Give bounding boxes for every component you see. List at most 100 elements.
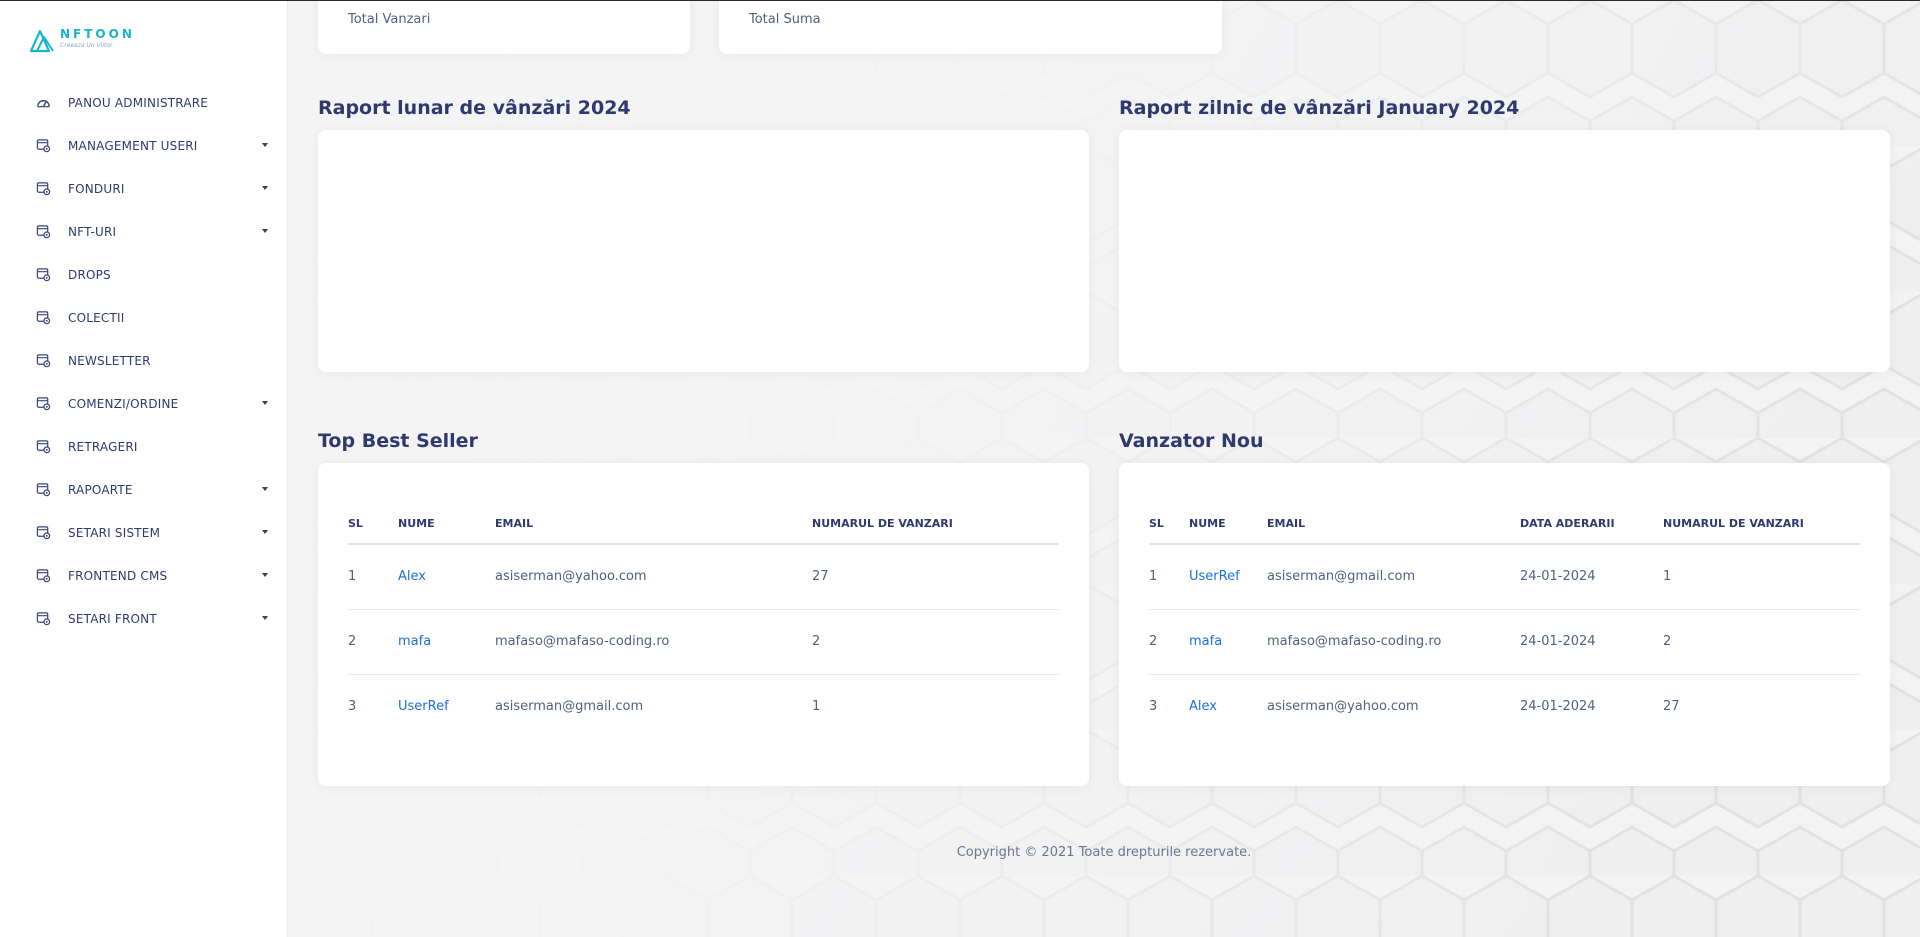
cell-email: mafaso@mafaso-coding.ro xyxy=(1267,609,1520,675)
new-seller-table: SL NUME EMAIL DATA ADERARII NUMARUL DE V… xyxy=(1149,504,1860,739)
module-icon xyxy=(36,440,51,454)
brand-tagline: Creeaza Un Viitor xyxy=(60,42,113,49)
column-header-nume: NUME xyxy=(1189,504,1267,545)
column-header-sl: SL xyxy=(1149,504,1189,545)
main-content: Total Vanzari Total Suma Raport lunar de… xyxy=(288,0,1920,937)
table-row: 3 Alex asiserman@yahoo.com 24-01-2024 27 xyxy=(1149,674,1860,739)
cell-sl: 3 xyxy=(348,699,357,715)
sidebar-menu: PANOU ADMINISTRARE MANAGEMENT USERI FOND… xyxy=(0,81,288,640)
new-seller-card: SL NUME EMAIL DATA ADERARII NUMARUL DE V… xyxy=(1119,463,1890,786)
module-icon xyxy=(36,311,51,325)
sidebar-item-newsletter[interactable]: NEWSLETTER xyxy=(0,339,288,382)
seller-name-link[interactable]: mafa xyxy=(1189,609,1267,675)
table-header-row: SL NUME EMAIL NUMARUL DE VANZARI xyxy=(348,504,1059,545)
module-icon xyxy=(36,268,51,282)
sidebar-item-frontend-cms[interactable]: FRONTEND CMS xyxy=(0,554,288,597)
table-row: 2 mafa mafaso@mafaso-coding.ro 2 xyxy=(348,609,1059,675)
sidebar-item-fonduri[interactable]: FONDURI xyxy=(0,167,288,210)
sidebar-item-setari-sistem[interactable]: SETARI SISTEM xyxy=(0,511,288,554)
table-row: 2 mafa mafaso@mafaso-coding.ro 24-01-202… xyxy=(1149,609,1860,675)
chevron-down-icon xyxy=(262,229,268,233)
column-header-sl: SL xyxy=(348,504,398,545)
module-icon xyxy=(36,397,51,411)
cell-email: asiserman@gmail.com xyxy=(495,699,644,715)
top-seller-table: SL NUME EMAIL NUMARUL DE VANZARI 1 Alex … xyxy=(348,504,1059,739)
module-icon xyxy=(36,483,51,497)
sidebar-item-label: FONDURI xyxy=(68,181,125,196)
sidebar-item-colectii[interactable]: COLECTII xyxy=(0,296,288,339)
sidebar-item-comenzi-ordine[interactable]: COMENZI/ORDINE xyxy=(0,382,288,425)
seller-name-link[interactable]: Alex xyxy=(1189,674,1267,739)
cell-email: asiserman@yahoo.com xyxy=(495,544,812,610)
sidebar-item-label: RETRAGERI xyxy=(68,439,138,454)
sidebar-item-management-useri[interactable]: MANAGEMENT USERI xyxy=(0,124,288,167)
cell-date: 24-01-2024 xyxy=(1520,699,1596,715)
stat-label: Total Vanzari xyxy=(348,12,431,27)
seller-name-link[interactable]: UserRef xyxy=(398,674,495,739)
cell-sales: 1 xyxy=(812,699,821,715)
top-seller-card: SL NUME EMAIL NUMARUL DE VANZARI 1 Alex … xyxy=(318,463,1089,786)
module-icon xyxy=(36,612,51,626)
chevron-down-icon xyxy=(262,143,268,147)
daily-sales-chart xyxy=(1119,130,1890,372)
cell-sales: 27 xyxy=(812,544,1059,610)
cell-sl: 1 xyxy=(348,544,398,610)
top-border xyxy=(0,0,1920,1)
sidebar-item-label: MANAGEMENT USERI xyxy=(68,138,198,153)
table-header-row: SL NUME EMAIL DATA ADERARII NUMARUL DE V… xyxy=(1149,504,1860,545)
cell-sl: 3 xyxy=(1149,699,1158,715)
sidebar-item-setari-front[interactable]: SETARI FRONT xyxy=(0,597,288,640)
sidebar-item-label: COMENZI/ORDINE xyxy=(68,396,179,411)
brand-name: NFTOON xyxy=(60,27,135,41)
sidebar-item-drops[interactable]: DROPS xyxy=(0,253,288,296)
cell-sales: 2 xyxy=(812,609,1059,675)
cell-date: 24-01-2024 xyxy=(1520,609,1663,675)
table-row: 3 UserRef asiserman@gmail.com 1 xyxy=(348,674,1059,739)
monthly-sales-chart xyxy=(318,130,1089,372)
sidebar-item-label: SETARI SISTEM xyxy=(68,525,161,540)
cell-email: mafaso@mafaso-coding.ro xyxy=(495,609,812,675)
sidebar-item-rapoarte[interactable]: RAPOARTE xyxy=(0,468,288,511)
chevron-down-icon xyxy=(262,487,268,491)
cell-sl: 1 xyxy=(1149,544,1189,610)
chevron-down-icon xyxy=(262,616,268,620)
new-seller-title: Vanzator Nou xyxy=(1119,430,1264,452)
column-header-email: EMAIL xyxy=(1267,504,1520,545)
seller-name-link[interactable]: Alex xyxy=(398,544,495,610)
sidebar-item-nft-uri[interactable]: NFT-URI xyxy=(0,210,288,253)
module-icon xyxy=(36,225,51,239)
column-header-email: EMAIL xyxy=(495,504,812,545)
sidebar: NFTOON Creeaza Un Viitor PANOU ADMINISTR… xyxy=(0,0,288,937)
sidebar-item-label: RAPOARTE xyxy=(68,482,133,497)
chevron-down-icon xyxy=(262,186,268,190)
cell-date: 24-01-2024 xyxy=(1520,544,1663,610)
sidebar-item-label: SETARI FRONT xyxy=(68,611,157,626)
table-row: 1 Alex asiserman@yahoo.com 27 xyxy=(348,544,1059,610)
column-header-data-aderarii: DATA ADERARII xyxy=(1520,504,1663,545)
sidebar-item-label: COLECTII xyxy=(68,310,125,325)
seller-name-link[interactable]: mafa xyxy=(398,609,495,675)
stat-card-total-suma: Total Suma xyxy=(719,0,1222,54)
brand-logo[interactable]: NFTOON Creeaza Un Viitor xyxy=(28,27,135,55)
cell-email: asiserman@gmail.com xyxy=(1267,544,1520,610)
module-icon xyxy=(36,139,51,153)
sidebar-item-label: DROPS xyxy=(68,267,111,282)
sidebar-item-retrageri[interactable]: RETRAGERI xyxy=(0,425,288,468)
cell-sl: 2 xyxy=(1149,609,1189,675)
module-icon xyxy=(36,526,51,540)
cell-email: asiserman@yahoo.com xyxy=(1267,699,1419,715)
seller-name-link[interactable]: UserRef xyxy=(1189,544,1267,610)
sidebar-item-label: PANOU ADMINISTRARE xyxy=(68,95,209,110)
module-icon xyxy=(36,354,51,368)
sidebar-item-panou-administrare[interactable]: PANOU ADMINISTRARE xyxy=(0,81,288,124)
cell-sales: 2 xyxy=(1663,609,1860,675)
module-icon xyxy=(36,182,51,196)
top-seller-title: Top Best Seller xyxy=(318,430,478,452)
sidebar-item-label: NEWSLETTER xyxy=(68,353,151,368)
column-header-numarul-de-vanzari: NUMARUL DE VANZARI xyxy=(1663,504,1860,545)
daily-report-title: Raport zilnic de vânzări January 2024 xyxy=(1119,97,1520,119)
footer-copyright: Copyright © 2021 Toate drepturile rezerv… xyxy=(956,845,1252,860)
column-header-numarul-de-vanzari: NUMARUL DE VANZARI xyxy=(812,504,1059,545)
table-row: 1 UserRef asiserman@gmail.com 24-01-2024… xyxy=(1149,544,1860,610)
chevron-down-icon xyxy=(262,573,268,577)
